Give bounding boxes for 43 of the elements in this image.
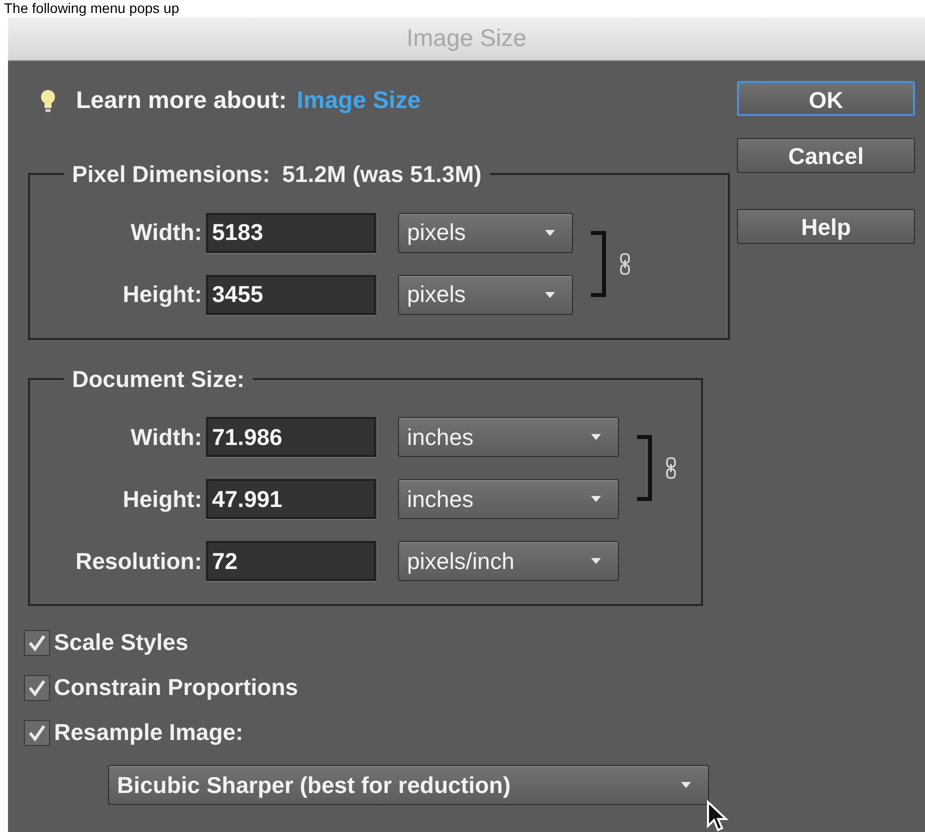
checkbox[interactable] (24, 720, 50, 746)
field-label: Width: (130, 422, 203, 452)
resample-dropdown[interactable]: Bicubic Sharper (best for reduction) (108, 765, 709, 805)
value-field[interactable]: 72 (206, 541, 376, 581)
chain-link-icon (665, 457, 677, 479)
checkmark-icon (28, 678, 46, 696)
value-field[interactable]: 47.991 (206, 479, 376, 519)
option-label: Constrain Proportions (54, 673, 298, 702)
value-field[interactable]: 5183 (206, 212, 376, 252)
caret-icon (590, 433, 602, 441)
value-field[interactable]: 3455 (206, 274, 376, 314)
window-title: Image Size (406, 24, 527, 54)
unit-dropdown[interactable]: pixels/inch (398, 541, 619, 581)
caret-icon (544, 228, 556, 236)
checkbox[interactable] (24, 674, 50, 700)
option-label: Scale Styles (54, 628, 188, 658)
dialog-button[interactable]: Cancel (737, 138, 915, 173)
field-label: Resolution: (74, 546, 203, 576)
field-label: Width: (130, 218, 203, 248)
learn-more-label: Learn more about: (76, 86, 287, 116)
checkmark-icon (28, 634, 46, 652)
caption-text: The following menu pops up (3, 0, 180, 17)
file-size-text: 51.2M (was 51.3M) (282, 160, 482, 189)
option-label: Resample Image: (54, 718, 244, 748)
caret-icon (590, 557, 602, 565)
value-field[interactable]: 71.986 (206, 417, 376, 457)
dialog-button[interactable]: OK (737, 81, 915, 116)
unit-dropdown[interactable]: pixels (398, 274, 573, 314)
caret-icon (680, 781, 692, 789)
unit-dropdown[interactable]: inches (398, 417, 619, 457)
checkmark-icon (28, 724, 46, 742)
dialog-button[interactable]: Help (737, 209, 915, 244)
section-title: Document Size: (72, 364, 245, 394)
field-label: Height: (122, 484, 203, 514)
lightbulb-icon (40, 89, 56, 113)
chain-link-icon (619, 252, 631, 274)
section-title: Pixel Dimensions: (72, 160, 270, 189)
caret-icon (590, 495, 602, 503)
field-label: Height: (122, 280, 203, 310)
caret-icon (544, 290, 556, 298)
checkbox[interactable] (24, 630, 50, 656)
unit-dropdown[interactable]: inches (398, 479, 619, 519)
unit-dropdown[interactable]: pixels (398, 212, 573, 252)
